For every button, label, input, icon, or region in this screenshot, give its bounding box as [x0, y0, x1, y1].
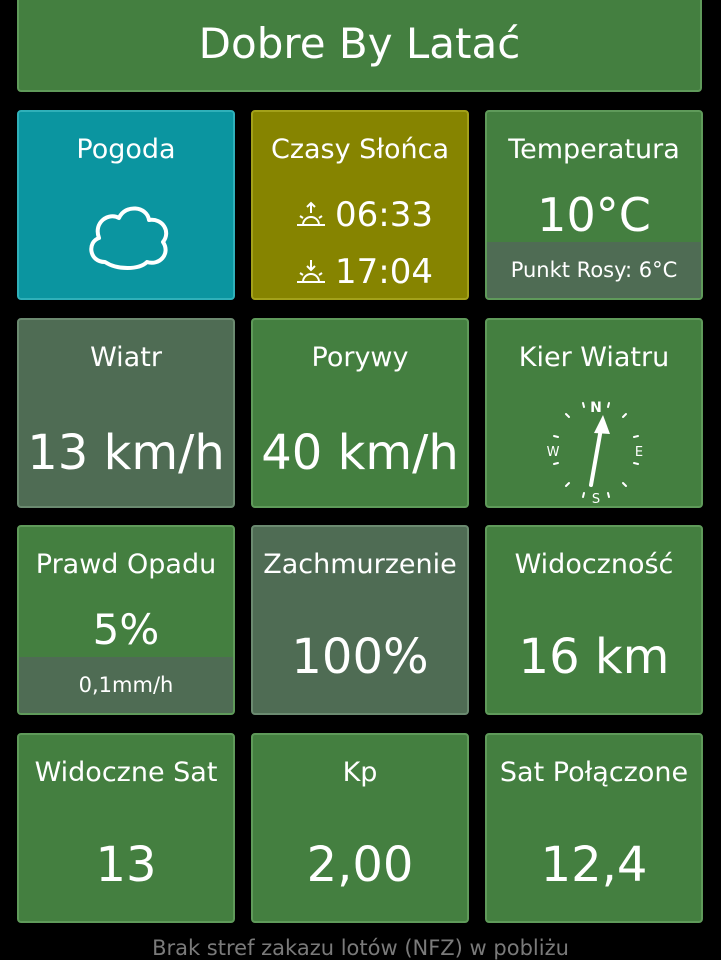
tile-visible-sats-title: Widoczne Sat: [34, 757, 218, 788]
tile-connected-sats[interactable]: Sat Połączone 12,4: [485, 733, 703, 923]
tile-precipitation-title: Prawd Opadu: [35, 549, 217, 580]
sunset-row: 17:04: [295, 252, 433, 292]
tile-wind[interactable]: Wiatr 13 km/h: [17, 318, 235, 508]
tile-wind-direction[interactable]: Kier Wiatru N E S W: [485, 318, 703, 508]
temperature-value: 10°C: [537, 188, 651, 242]
tile-weather-title: Pogoda: [76, 134, 176, 165]
wind-value: 13 km/h: [27, 425, 225, 481]
kp-value: 2,00: [306, 837, 414, 893]
nfz-status-footer: Brak stref zakazu lotów (NFZ) w pobliżu: [152, 936, 569, 960]
dew-point: Punkt Rosy: 6°C: [487, 242, 701, 298]
tile-precipitation[interactable]: Prawd Opadu 5% 0,1mm/h: [17, 525, 235, 715]
visibility-value: 16 km: [518, 629, 670, 685]
compass-s: S: [592, 492, 600, 505]
sunrise-icon: [297, 201, 325, 226]
sunrise-row: 06:33: [295, 195, 433, 235]
visible-sats-value: 13: [95, 837, 157, 893]
cloud-icon: [89, 206, 169, 270]
tile-gusts-title: Porywy: [311, 342, 409, 373]
app-title: Dobre By Latać: [198, 18, 521, 68]
tile-kp[interactable]: Kp 2,00: [251, 733, 469, 923]
sunset-time: 17:04: [335, 252, 433, 292]
tile-cloud-cover[interactable]: Zachmurzenie 100%: [251, 525, 469, 715]
tile-temperature[interactable]: Temperatura 10°C Punkt Rosy: 6°C: [485, 110, 703, 300]
tile-visibility[interactable]: Widoczność 16 km: [485, 525, 703, 715]
compass-w: W: [547, 445, 560, 460]
compass-n: N: [590, 400, 602, 416]
tile-visible-sats[interactable]: Widoczne Sat 13: [17, 733, 235, 923]
tile-weather[interactable]: Pogoda: [17, 110, 235, 300]
tile-sun-times[interactable]: Czasy Słońca 06:33 17:04: [251, 110, 469, 300]
sunset-icon: [297, 260, 325, 283]
cloud-cover-value: 100%: [291, 629, 429, 685]
connected-sats-value: 12,4: [540, 837, 648, 893]
tile-sun-title: Czasy Słońca: [270, 134, 450, 165]
precipitation-amount: 0,1mm/h: [19, 657, 233, 713]
tile-wind-direction-title: Kier Wiatru: [518, 342, 670, 373]
tile-cloud-cover-title: Zachmurzenie: [263, 549, 457, 580]
wind-direction-arrow: [589, 415, 610, 487]
tile-visibility-title: Widoczność: [514, 549, 674, 580]
tile-gusts[interactable]: Porywy 40 km/h: [251, 318, 469, 508]
compass-e: E: [635, 445, 643, 460]
tile-wind-title: Wiatr: [90, 342, 162, 373]
tile-connected-sats-title: Sat Połączone: [499, 757, 689, 788]
tile-kp-title: Kp: [342, 757, 378, 788]
app-title-bar: Dobre By Latać: [17, 0, 702, 92]
compass-icon: N E S W: [547, 400, 644, 505]
precipitation-value: 5%: [92, 605, 160, 654]
gusts-value: 40 km/h: [261, 425, 459, 481]
sunrise-time: 06:33: [335, 195, 433, 235]
tile-temperature-title: Temperatura: [508, 134, 680, 165]
